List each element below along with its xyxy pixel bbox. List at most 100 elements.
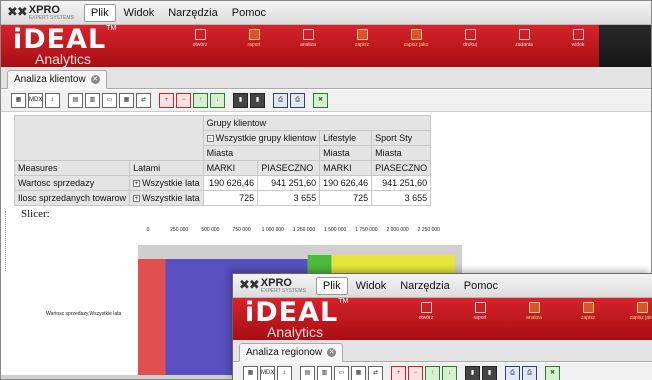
banner-button-4[interactable]: zapisz jako — [615, 302, 652, 321]
banner-button-3[interactable]: zapisz — [335, 29, 389, 48]
grid-icon[interactable]: ▦ — [351, 366, 366, 380]
banner-button-label: analiza — [526, 315, 542, 321]
expand-icon[interactable]: − — [206, 135, 214, 143]
add-icon[interactable]: + — [391, 366, 406, 380]
banner-button-icon — [194, 29, 206, 40]
xpro-logo-mark-icon: ✖✖ — [7, 5, 28, 20]
sort-icon[interactable]: ↕ — [277, 366, 292, 380]
menu-pomoc[interactable]: Pomoc — [458, 278, 504, 294]
banner-button-3[interactable]: zapisz — [561, 302, 615, 321]
banner-button-0[interactable]: otwórz — [173, 29, 227, 48]
sort-icon[interactable]: ↕ — [45, 93, 60, 108]
mdx-icon[interactable]: MDX — [28, 93, 43, 108]
bar-segment-0[interactable] — [138, 259, 166, 380]
row-year[interactable]: + Wszystkie lata — [129, 175, 204, 191]
expand-icon[interactable]: + — [133, 180, 141, 188]
x-tick-label: 2 250 000 — [418, 227, 440, 233]
col-member[interactable]: PIASECZNO — [257, 160, 321, 176]
chart-icon[interactable]: ▮ — [465, 366, 480, 380]
tab-analiza-klientow[interactable]: Analiza klientow ✕ — [7, 70, 107, 89]
logo-sub: EXPERT SYSTEMS — [28, 14, 74, 21]
column-icon[interactable]: ▥ — [85, 93, 100, 108]
column-icon[interactable]: ▥ — [317, 366, 332, 380]
pivot-icon[interactable]: ▦ — [11, 93, 26, 108]
col-member[interactable]: PIASECZNO — [371, 160, 432, 176]
banner-button-icon — [636, 302, 648, 313]
col-member[interactable]: MARKI — [202, 160, 259, 176]
remove-icon[interactable]: − — [408, 366, 423, 380]
close-tab-icon[interactable]: ✕ — [327, 348, 337, 357]
excel-export-icon[interactable]: ✖ — [545, 366, 560, 380]
measures-header: Measures — [13, 160, 131, 176]
grid-icon[interactable]: ▦ — [119, 93, 134, 108]
menu-narzedzia[interactable]: Narzędzia — [394, 278, 456, 294]
row-year[interactable]: + Wszystkie lata — [129, 190, 204, 206]
excel-export-icon[interactable]: ✖ — [313, 93, 328, 108]
menu-narzedzia[interactable]: Narzędzia — [162, 5, 224, 21]
banner-button-0[interactable]: otwórz — [399, 302, 453, 321]
brand-tm: TM — [338, 298, 349, 305]
chart-options-icon[interactable]: ▮ — [482, 366, 497, 380]
analysis-toolbar: ▦ MDX ↕ ▤ ▥ ▭ ▦ ⇄ + − ↑ ↓ ▮ ▮ ⎙ ⎙ ✖ — [233, 363, 652, 380]
col-member[interactable]: MARKI — [319, 160, 373, 176]
tab-bar: Analiza regionow ✕ — [233, 340, 652, 362]
table-icon[interactable]: ▤ — [68, 93, 83, 108]
brand-banner: iDEALTM Analytics otwórz raport analiza zap… — [1, 25, 651, 67]
x-tick-label: 1 500 000 — [324, 227, 346, 233]
mdx-icon[interactable]: MDX — [260, 366, 275, 380]
col-group-lifestyle[interactable]: Lifestyle — [319, 130, 373, 146]
menu-widok[interactable]: Widok — [350, 278, 393, 294]
remove-icon[interactable]: − — [176, 93, 191, 108]
menubar: ✖✖ XPRO EXPERT SYSTEMS Plik Widok Narzęd… — [1, 1, 651, 25]
menu-pomoc[interactable]: Pomoc — [226, 5, 272, 21]
second-app-window[interactable]: ✖✖ XPRO EXPERT SYSTEMS Plik Widok Narzęd… — [232, 273, 652, 380]
drill-down-icon[interactable]: ↓ — [210, 93, 225, 108]
print-preview-icon[interactable]: ⎙ — [290, 93, 305, 108]
expand-icon[interactable]: + — [133, 195, 141, 203]
table-icon[interactable]: ▤ — [300, 366, 315, 380]
banner-button-2[interactable]: analiza — [281, 29, 335, 48]
swap-icon[interactable]: ⇄ — [136, 93, 151, 108]
col-group-sport[interactable]: Sport Sty — [371, 130, 432, 146]
drill-up-icon[interactable]: ↑ — [425, 366, 440, 380]
chart-icon[interactable]: ▮ — [233, 93, 248, 108]
row-measure[interactable]: Ilosc sprzedanych towarow — [13, 190, 131, 206]
banner-button-label: widok — [571, 42, 585, 48]
banner-button-icon — [474, 302, 486, 313]
print-icon[interactable]: ⎙ — [273, 93, 288, 108]
col-group-all[interactable]: − Wszystkie grupy klientow — [202, 130, 321, 146]
drill-down-icon[interactable]: ↓ — [442, 366, 457, 380]
banner-button-label: zadania — [515, 42, 533, 48]
ideal-analytics-logo: iDEALTM Analytics — [13, 25, 116, 68]
add-icon[interactable]: + — [159, 93, 174, 108]
banner-button-icon — [410, 29, 422, 40]
print-icon[interactable]: ⎙ — [505, 366, 520, 380]
menu-plik[interactable]: Plik — [83, 3, 116, 22]
banner-button-1[interactable]: raport — [453, 302, 507, 321]
banner-button-1[interactable]: raport — [227, 29, 281, 48]
banner-button-4[interactable]: zapisz jako — [389, 29, 443, 48]
row-icon[interactable]: ▭ — [102, 93, 117, 108]
pivot-icon[interactable]: ▦ — [243, 366, 258, 380]
print-preview-icon[interactable]: ⎙ — [522, 366, 537, 380]
banner-button-5[interactable]: drukuj — [443, 29, 497, 48]
cell: 190 626,46 — [202, 175, 259, 191]
close-tab-icon[interactable]: ✕ — [90, 75, 100, 84]
x-tick-label: 250 000 — [170, 227, 188, 233]
tab-analiza-regionow[interactable]: Analiza regionow ✕ — [239, 343, 344, 362]
menu-plik[interactable]: Plik — [315, 276, 348, 295]
banner-toolbar: otwórz raport analiza zapisz zapisz jako druk… — [173, 29, 605, 48]
swap-icon[interactable]: ⇄ — [368, 366, 383, 380]
banner-button-icon — [464, 29, 476, 40]
row-icon[interactable]: ▭ — [334, 366, 349, 380]
drill-up-icon[interactable]: ↑ — [193, 93, 208, 108]
banner-button-icon — [518, 29, 530, 40]
x-tick-label: 2 000 000 — [386, 227, 408, 233]
menu-widok[interactable]: Widok — [118, 5, 161, 21]
chart-options-icon[interactable]: ▮ — [250, 93, 265, 108]
tab-label: Analiza klientow — [14, 74, 86, 85]
banner-button-2[interactable]: analiza — [507, 302, 561, 321]
banner-button-7[interactable]: widok — [551, 29, 605, 48]
banner-button-6[interactable]: zadania — [497, 29, 551, 48]
row-measure[interactable]: Wartosc sprzedazy — [13, 175, 131, 191]
